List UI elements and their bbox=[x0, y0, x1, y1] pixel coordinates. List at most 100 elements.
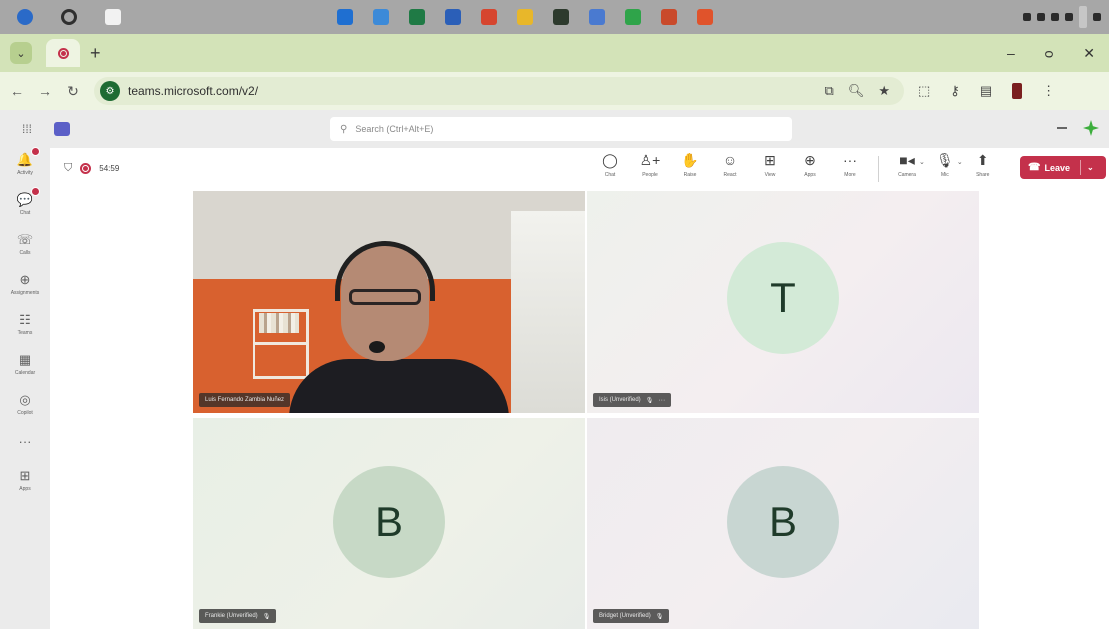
tray-icon[interactable] bbox=[1065, 13, 1073, 21]
search-input[interactable]: ⚲ Search (Ctrl+Alt+E) bbox=[330, 117, 792, 141]
participant-name: Luis Fernando Zambia Nuñez bbox=[205, 397, 285, 403]
zoom-icon[interactable]: 🔍︎ bbox=[848, 83, 865, 99]
downloads-icon[interactable]: ▤ bbox=[980, 83, 992, 99]
new-tab-button[interactable]: + bbox=[90, 43, 101, 64]
calls-icon: ☏ bbox=[16, 232, 34, 247]
whatsapp-icon[interactable] bbox=[618, 4, 648, 30]
camera-label: Camera bbox=[898, 172, 916, 178]
network-icon[interactable] bbox=[582, 4, 612, 30]
participant-tile[interactable]: B Bridget (Unverified) 🎙 bbox=[587, 418, 979, 629]
clock[interactable]: ​​ bbox=[1079, 6, 1087, 28]
teams-icon: ☷ bbox=[19, 312, 31, 327]
copilot-icon[interactable] bbox=[1083, 120, 1099, 136]
search-icon: ⚲ bbox=[340, 123, 348, 135]
people-icon: ♙+ bbox=[639, 151, 661, 168]
shield-icon[interactable]: ⛉ bbox=[64, 162, 72, 175]
outlook-icon[interactable] bbox=[330, 4, 360, 30]
assignments-icon: ⊕ bbox=[19, 272, 31, 287]
start-icon[interactable] bbox=[10, 4, 40, 30]
participant-tile[interactable]: Luis Fernando Zambia Nuñez bbox=[193, 191, 585, 413]
leave-button[interactable]: ☎ Leave ⌄ bbox=[1020, 156, 1106, 179]
powerpoint-icon[interactable] bbox=[654, 4, 684, 30]
forward-icon[interactable]: → bbox=[34, 83, 56, 99]
participant-tile[interactable]: B Frankie (Unverified) 🎙 bbox=[193, 418, 585, 629]
install-app-icon[interactable]: ⧉ bbox=[825, 83, 834, 99]
minimize-icon[interactable] bbox=[1057, 127, 1067, 129]
tray-icon[interactable] bbox=[1051, 13, 1059, 21]
mic-icon: 🎙 bbox=[262, 613, 271, 620]
react-label: React bbox=[723, 172, 737, 178]
minimize-button[interactable]: – bbox=[1007, 45, 1015, 62]
bookmark-star-icon[interactable]: ★ bbox=[878, 83, 890, 99]
close-button[interactable]: ✕ bbox=[1083, 45, 1095, 62]
tray-icon[interactable] bbox=[1037, 13, 1045, 21]
apps-button[interactable]: ⊕ Apps bbox=[790, 150, 830, 182]
react-button[interactable]: ☺ React bbox=[710, 150, 750, 182]
mic-icon: 🎙 bbox=[935, 151, 954, 168]
raise-button[interactable]: ✋ Raise bbox=[670, 150, 710, 182]
extension-icon[interactable]: ⬚ bbox=[918, 83, 930, 99]
raise-label: Raise bbox=[683, 172, 697, 178]
notification-icon[interactable] bbox=[1093, 13, 1101, 21]
rail-item-copilot[interactable]: ◎ Copilot bbox=[0, 392, 50, 416]
meeting-stage: Luis Fernando Zambia Nuñez T Isis (Unver… bbox=[50, 188, 1109, 629]
participant-tile[interactable]: T Isis (Unverified) 🎙 ··· bbox=[587, 191, 979, 413]
chat-button[interactable]: ◯ Chat bbox=[590, 150, 630, 182]
apps-icon: ⊕ bbox=[804, 151, 816, 168]
tab-teams[interactable] bbox=[46, 39, 80, 67]
notepad-icon[interactable] bbox=[366, 4, 396, 30]
hangup-icon: ☎ bbox=[1028, 162, 1041, 173]
url-field[interactable]: ⚙ teams.microsoft.com/v2/ ⧉ 🔍︎ ★ bbox=[94, 77, 904, 105]
file-explorer-icon[interactable] bbox=[510, 4, 540, 30]
copilot-icon: ◎ bbox=[19, 392, 31, 407]
chat-icon: 💬 bbox=[17, 187, 41, 208]
chevron-down-icon[interactable]: ⌄ bbox=[1087, 163, 1094, 172]
chrome-icon[interactable] bbox=[474, 4, 504, 30]
avatar: B bbox=[727, 465, 839, 578]
brave-icon[interactable] bbox=[690, 4, 720, 30]
back-icon[interactable]: ← bbox=[6, 83, 28, 99]
search-icon[interactable] bbox=[54, 4, 84, 30]
excel-icon[interactable] bbox=[402, 4, 432, 30]
site-info-icon[interactable]: ⚙ bbox=[100, 81, 120, 101]
password-key-icon[interactable]: ⚷ bbox=[950, 83, 960, 99]
rail-label: Calls bbox=[19, 250, 31, 256]
taskview-icon[interactable] bbox=[98, 4, 128, 30]
rail-item-calendar[interactable]: ▦ Calendar bbox=[0, 352, 50, 376]
share-icon: ⬆ bbox=[976, 151, 989, 168]
more-label: More bbox=[844, 172, 856, 178]
tray-icon[interactable] bbox=[1023, 13, 1031, 21]
view-icon: ⊞ bbox=[764, 151, 776, 168]
rail-item-chat[interactable]: 💬 Chat bbox=[0, 187, 50, 216]
share-button[interactable]: ⬆ Share bbox=[963, 150, 1003, 182]
avatar: T bbox=[727, 242, 839, 354]
app-icon[interactable] bbox=[546, 4, 576, 30]
app-launcher-icon[interactable]: ⁞⁞⁞ bbox=[22, 122, 36, 136]
apps-icon: ⊞ bbox=[19, 468, 31, 483]
profile-icon[interactable] bbox=[1012, 83, 1023, 99]
rail-item-teams[interactable]: ☷ Teams bbox=[0, 312, 50, 336]
word-icon[interactable] bbox=[438, 4, 468, 30]
rail-item-activity[interactable]: 🔔 Activity bbox=[0, 147, 50, 176]
rail-item-apps[interactable]: ⊞ Apps bbox=[0, 468, 50, 492]
rail-item-calls[interactable]: ☏ Calls bbox=[0, 232, 50, 256]
restore-button[interactable]: ᴑ bbox=[1045, 45, 1054, 62]
people-button[interactable]: ♙+ People bbox=[630, 150, 670, 182]
url-text[interactable]: teams.microsoft.com/v2/ bbox=[128, 84, 258, 98]
reload-icon[interactable]: ↻ bbox=[62, 83, 84, 100]
rail-label: Teams bbox=[17, 330, 33, 336]
browser-tab-strip: ⌄ + – ᴑ ✕ bbox=[0, 34, 1109, 72]
menu-kebab-icon[interactable]: ⋮ bbox=[1042, 83, 1055, 99]
rail-item-assignments[interactable]: ⊕ Assignments bbox=[0, 272, 50, 296]
people-label: People bbox=[642, 172, 658, 178]
rail-label: Apps bbox=[19, 486, 31, 492]
os-taskbar: ​​ bbox=[0, 0, 1109, 34]
more-icon[interactable]: ··· bbox=[658, 397, 665, 404]
activity-icon: 🔔 bbox=[17, 147, 41, 168]
left-rail: 🔔 Activity 💬 Chat ☏ Calls ⊕ Assignments ☷ Teams ▦ C… bbox=[0, 147, 50, 629]
tab-search-chevron-icon[interactable]: ⌄ bbox=[10, 42, 32, 64]
system-tray: ​​ bbox=[1023, 6, 1109, 28]
more-button[interactable]: ··· More bbox=[830, 150, 870, 182]
rail-item-more[interactable]: ··· bbox=[0, 434, 50, 451]
view-button[interactable]: ⊞ View bbox=[750, 150, 790, 182]
